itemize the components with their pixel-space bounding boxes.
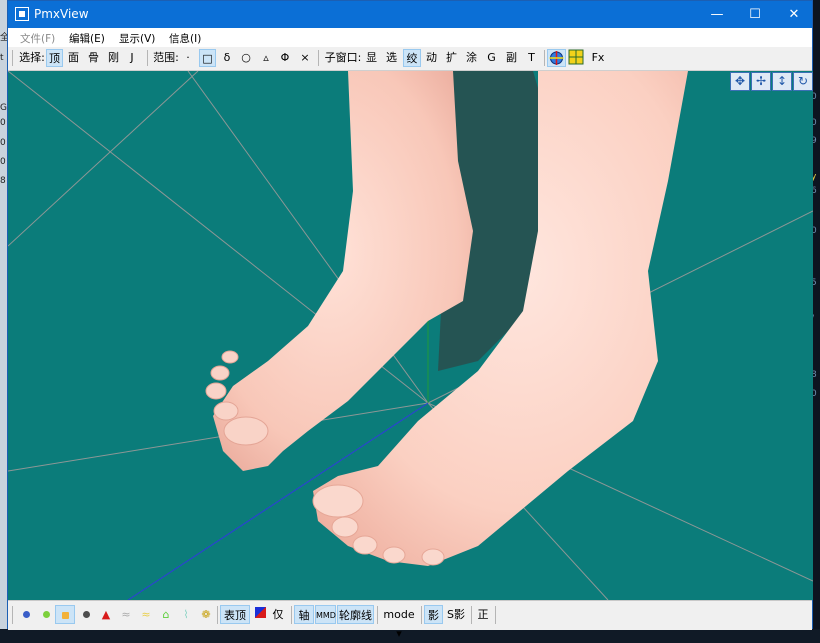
title-bar[interactable]: PmxView — ☐ ✕ xyxy=(8,1,812,28)
color-swatch-icon[interactable] xyxy=(252,605,268,624)
maximize-button[interactable]: ☐ xyxy=(736,1,774,28)
orthographic-button[interactable]: 正 xyxy=(475,605,491,624)
select-vertex-button[interactable]: 顶 xyxy=(46,49,63,67)
toolbar-separator xyxy=(147,50,148,66)
range-triangle-button[interactable]: ▵ xyxy=(259,49,273,67)
sub-sub-button[interactable]: 副 xyxy=(504,49,519,67)
toolbar-separator xyxy=(495,606,496,624)
sub-select-button[interactable]: 选 xyxy=(384,49,399,67)
sub-display-button[interactable]: 显 xyxy=(364,49,379,67)
sub-t-button[interactable]: T xyxy=(524,49,539,67)
toolbar-separator xyxy=(471,606,472,624)
toolbar-separator xyxy=(421,606,422,624)
menu-view[interactable]: 显示(V) xyxy=(119,31,155,46)
toolbar-grip xyxy=(12,50,13,66)
rotate-icon[interactable]: ↻ xyxy=(793,72,813,91)
menu-bar: 文件(F) 编辑(E) 显示(V) 信息(I) xyxy=(8,28,812,48)
axis-gizmo-icon[interactable] xyxy=(547,49,566,67)
toolbar-separator xyxy=(544,50,545,66)
range-label: 范围: xyxy=(153,51,179,64)
mmd-button[interactable]: MMD xyxy=(315,605,336,624)
vertex-toggle-button[interactable]: 表顶 xyxy=(220,605,250,624)
sub-move-button[interactable]: 动 xyxy=(424,49,439,67)
menu-edit[interactable]: 编辑(E) xyxy=(69,31,105,46)
range-clear-button[interactable]: × xyxy=(298,49,312,67)
close-button[interactable]: ✕ xyxy=(775,1,813,28)
rigid-body-icon[interactable]: ⌂ xyxy=(157,605,175,624)
weight-icon[interactable] xyxy=(37,605,55,624)
range-circle-button[interactable]: ○ xyxy=(239,49,253,67)
bottom-toolbar: ▲ ≈ ≈ ⌂ ⌇ ❁ 表顶 仅 轴 MMD 轮廓线 mode ▾ 影 S影 正 xyxy=(8,600,812,640)
toolbar-separator xyxy=(318,50,319,66)
select-label: 选择: xyxy=(19,51,45,64)
range-delta-button[interactable]: δ xyxy=(220,49,234,67)
range-rect-button[interactable]: □ xyxy=(199,49,216,67)
toolbar-separator xyxy=(377,606,378,624)
self-shadow-button[interactable]: S影 xyxy=(445,605,467,624)
pan-icon[interactable]: ✥ xyxy=(730,72,750,91)
menu-info[interactable]: 信息(I) xyxy=(169,31,201,46)
pmxview-window: PmxView — ☐ ✕ 文件(F) 编辑(E) 显示(V) 信息(I) 选择… xyxy=(7,0,813,640)
toolbar-grip xyxy=(12,606,13,624)
range-phi-button[interactable]: Φ xyxy=(278,49,292,67)
toolbar-separator xyxy=(291,606,292,624)
sub-paint-button[interactable]: 涂 xyxy=(464,49,479,67)
joint-icon[interactable]: ⌇ xyxy=(177,605,195,624)
app-icon xyxy=(15,7,29,21)
sub-twist-button[interactable]: 绞 xyxy=(403,49,421,67)
menu-file[interactable]: 文件(F) xyxy=(20,31,55,46)
fx-button[interactable]: Fx xyxy=(589,49,607,67)
mode-dropdown[interactable]: mode ▾ xyxy=(380,605,418,640)
only-button[interactable]: 仅 xyxy=(270,605,286,624)
axis-button[interactable]: 轴 xyxy=(294,605,314,624)
select-face-button[interactable]: 面 xyxy=(66,49,81,67)
sub-expand-button[interactable]: 扩 xyxy=(444,49,459,67)
3d-viewport[interactable]: ✥ ✢ ↕ ↻ xyxy=(8,71,813,600)
material-icon[interactable] xyxy=(55,605,75,624)
select-bone-button[interactable]: 骨 xyxy=(86,49,101,67)
outline-button[interactable]: 轮廓线 xyxy=(337,605,374,624)
minimize-button[interactable]: — xyxy=(698,1,736,28)
shadow-button[interactable]: 影 xyxy=(424,605,443,624)
model-render xyxy=(8,71,813,600)
range-point-button[interactable]: · xyxy=(181,49,195,67)
soft-body-icon[interactable]: ≈ xyxy=(137,605,155,624)
bone-display-icon[interactable] xyxy=(77,605,95,624)
morph-icon[interactable]: ≈ xyxy=(117,605,135,624)
move-icon[interactable]: ✢ xyxy=(751,72,771,91)
select-rigid-button[interactable]: 刚 xyxy=(106,49,121,67)
sub-g-button[interactable]: G xyxy=(484,49,499,67)
subwindow-label: 子窗口: xyxy=(324,51,362,64)
physics-icon[interactable]: ❁ xyxy=(197,605,215,624)
toolbar-separator xyxy=(217,606,218,624)
ik-icon[interactable]: ▲ xyxy=(97,605,115,624)
vertex-display-icon[interactable] xyxy=(17,605,35,624)
toolbar: 选择: 顶 面 骨 刚 J 范围: · □ δ ○ ▵ Φ × 子窗口: 显 选… xyxy=(8,47,812,71)
select-joint-button[interactable]: J xyxy=(126,49,138,67)
zoom-icon[interactable]: ↕ xyxy=(772,72,792,91)
window-title: PmxView xyxy=(34,7,89,21)
grid-icon[interactable] xyxy=(567,49,585,67)
